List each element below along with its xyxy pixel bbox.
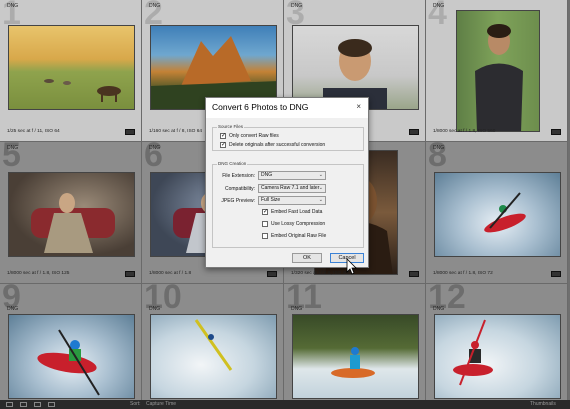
thumbnails-label: Thumbnails xyxy=(530,401,556,407)
convert-dng-dialog: Convert 6 Photos to DNG × Source Files O… xyxy=(205,97,369,268)
select-value: DNG xyxy=(261,172,273,178)
cell-number: 9 xyxy=(2,284,21,316)
dialog-titlebar[interactable]: Convert 6 Photos to DNG × xyxy=(206,98,368,118)
survey-view-icon[interactable] xyxy=(48,402,55,407)
grid-cell-9[interactable]: 9 DNG xyxy=(0,284,142,409)
grid-cell-12[interactable]: 12 DNG xyxy=(426,284,568,409)
exif-meta: 1/8000 sec at f / 1.8, ISO 560 xyxy=(433,129,496,134)
only-raw-checkbox[interactable]: Only convert Raw files xyxy=(220,132,279,139)
file-type-badge: DNG xyxy=(433,3,445,9)
checkbox-label: Embed Original Raw File xyxy=(271,233,327,239)
badge-icon xyxy=(409,271,419,277)
jpeg-preview-label: JPEG Preview: xyxy=(221,198,255,204)
thumbnail[interactable] xyxy=(8,25,135,110)
sort-label: Sort: xyxy=(130,401,141,407)
sofa-photo xyxy=(31,193,115,253)
select-value: Full Size xyxy=(261,197,281,203)
grid-cell-5[interactable]: 5 DNG 1/8000 sec at f / 1.8, ISO 125 xyxy=(0,142,142,284)
grid-cell-4[interactable]: 4 DNG 1/8000 sec at f / 1.8, ISO 560 xyxy=(426,0,568,142)
grid-cell-8[interactable]: 8 DNG 1/8000 sec at f / 1.8, ISO 72 xyxy=(426,142,568,284)
grid-view-icon[interactable] xyxy=(6,402,13,407)
exif-meta: 1/320 sec at f / 2.8, ISO 400 xyxy=(291,271,351,276)
close-icon[interactable]: × xyxy=(356,102,361,111)
file-type-badge: DNG xyxy=(7,145,19,151)
file-type-badge: DNG xyxy=(433,306,445,312)
cell-number: 12 xyxy=(428,284,466,316)
kayak-photo xyxy=(331,347,375,378)
thumbnail[interactable] xyxy=(150,314,277,399)
checkbox-label: Delete originals after successful conver… xyxy=(229,142,326,148)
exif-meta: 1/8000 sec at f / 1.8 xyxy=(149,271,192,276)
badge-icon xyxy=(409,129,419,135)
checkbox-box[interactable] xyxy=(262,221,268,227)
chevron-down-icon: ⌄ xyxy=(318,197,323,203)
badge-icon xyxy=(551,129,561,135)
thumbnail[interactable] xyxy=(8,314,135,399)
exif-meta: 1/8000 sec at f / 1.8, ISO 72 xyxy=(433,271,493,276)
checkbox-label: Only convert Raw files xyxy=(229,133,279,139)
file-extension-select[interactable]: DNG ⌄ xyxy=(258,171,326,180)
exif-meta: 1/25 sec at f / 11, ISO 64 xyxy=(7,129,60,134)
dng-creation-group: DNG Creation File Extension: DNG ⌄ Compa… xyxy=(212,161,364,248)
checkbox-box[interactable] xyxy=(220,141,226,148)
portrait-photo xyxy=(475,24,523,131)
compatibility-label: Compatibility: xyxy=(224,186,255,192)
badge-icon xyxy=(267,271,277,277)
checkbox-label: Use Lossy Compression xyxy=(271,221,326,227)
file-type-badge: DNG xyxy=(433,145,445,151)
file-type-badge: DNG xyxy=(291,306,303,312)
group-title: DNG Creation xyxy=(217,161,248,166)
ok-button[interactable]: OK xyxy=(292,253,322,263)
checkbox-box[interactable] xyxy=(220,132,226,139)
thumbnail[interactable] xyxy=(8,172,135,257)
chevron-down-icon: ⌄ xyxy=(318,185,323,191)
cell-number: 10 xyxy=(144,284,182,316)
exif-meta: 1/8000 sec at f / 1.8, ISO 125 xyxy=(7,271,70,276)
file-type-badge: DNG xyxy=(149,145,161,151)
badge-icon xyxy=(125,271,135,277)
source-files-group: Source Files Only convert Raw files Dele… xyxy=(212,124,364,151)
horse-photo xyxy=(44,79,121,102)
thumbnail[interactable] xyxy=(434,172,561,257)
group-title: Source Files xyxy=(217,124,245,129)
badge-icon xyxy=(551,271,561,277)
file-extension-label: File Extension: xyxy=(222,173,255,179)
embed-fast-load-checkbox[interactable]: Embed Fast Load Data xyxy=(262,208,323,215)
kayak-photo xyxy=(484,192,526,233)
checkbox-label: Embed Fast Load Data xyxy=(271,209,323,215)
file-type-badge: DNG xyxy=(149,306,161,312)
kayak-photo xyxy=(37,329,100,396)
cell-number: 11 xyxy=(286,284,322,316)
file-type-badge: DNG xyxy=(291,3,303,9)
compatibility-select[interactable]: Camera Raw 7.1 and later ⌄ xyxy=(258,184,326,193)
dialog-title: Convert 6 Photos to DNG xyxy=(212,102,309,112)
checkbox-box[interactable] xyxy=(262,208,268,215)
thumbnail[interactable] xyxy=(456,10,540,132)
jpeg-preview-select[interactable]: Full Size ⌄ xyxy=(258,196,326,205)
chevron-down-icon: ⌄ xyxy=(318,172,323,178)
badge-icon xyxy=(125,129,135,135)
exif-meta: 1/160 sec at f / 8, ISO 64 xyxy=(149,129,203,134)
thumbnail[interactable] xyxy=(292,314,419,399)
checkbox-box[interactable] xyxy=(262,233,268,239)
file-type-badge: DNG xyxy=(7,306,19,312)
file-type-badge: DNG xyxy=(7,3,19,9)
file-type-badge: DNG xyxy=(149,3,161,9)
thumbnail[interactable] xyxy=(434,314,561,399)
grid-cell-11[interactable]: 11 DNG xyxy=(284,284,426,409)
loupe-view-icon[interactable] xyxy=(20,402,27,407)
kayak-photo xyxy=(453,319,493,386)
grid-cell-10[interactable]: 10 DNG xyxy=(142,284,284,409)
grid-cell-1[interactable]: 1 DNG 1/25 sec at f / 11, ISO 64 xyxy=(0,0,142,142)
delete-originals-checkbox[interactable]: Delete originals after successful conver… xyxy=(220,141,326,148)
lossy-compression-checkbox[interactable]: Use Lossy Compression xyxy=(262,221,325,227)
sort-value[interactable]: Capture Time xyxy=(146,401,176,407)
embed-raw-checkbox[interactable]: Embed Original Raw File xyxy=(262,233,326,239)
compare-view-icon[interactable] xyxy=(34,402,41,407)
kayak-photo xyxy=(194,319,233,371)
toolbar: Sort: Capture Time Thumbnails xyxy=(0,400,570,409)
mouse-cursor-icon xyxy=(346,258,357,275)
select-value: Camera Raw 7.1 and later xyxy=(261,185,320,191)
